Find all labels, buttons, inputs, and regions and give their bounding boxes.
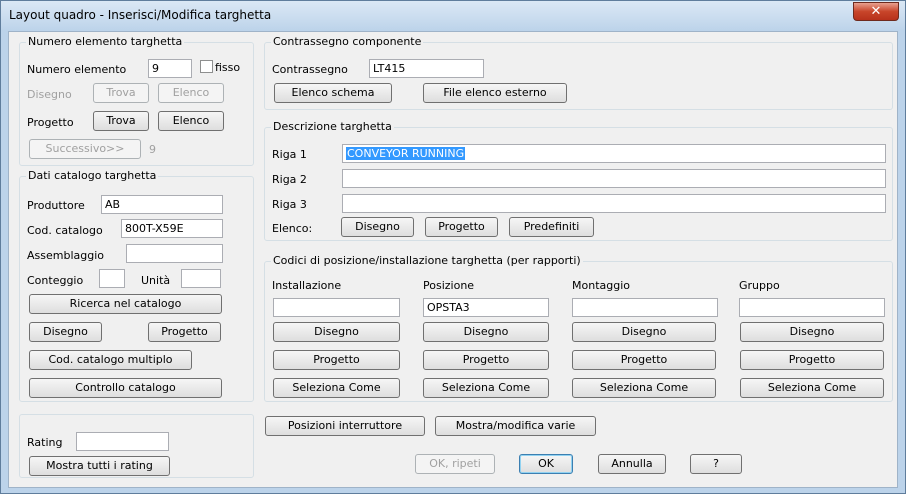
group-title-descrizione: Descrizione targhetta <box>271 120 394 133</box>
gruppo-label: Gruppo <box>739 279 780 292</box>
controllo-catalogo-button[interactable]: Controllo catalogo <box>29 378 222 398</box>
posizione-input[interactable]: OPSTA3 <box>423 298 549 317</box>
produttore-input[interactable]: AB <box>101 195 223 214</box>
group-title-codici: Codici di posizione/installazione targhe… <box>271 254 583 267</box>
montaggio-input[interactable] <box>572 298 718 317</box>
contrassegno-label: Contrassegno <box>272 63 348 76</box>
cod-catalogo-label: Cod. catalogo <box>27 224 103 237</box>
descrizione-progetto-button[interactable]: Progetto <box>425 217 498 237</box>
progetto-elenco-button[interactable]: Elenco <box>158 111 224 131</box>
fisso-label: fisso <box>215 61 241 74</box>
group-title-catalogo: Dati catalogo targhetta <box>26 169 159 182</box>
close-button[interactable]: ✕ <box>853 2 899 21</box>
posizioni-interruttore-button[interactable]: Posizioni interruttore <box>265 416 425 436</box>
riga1-selected-text: CONVEYOR RUNNING <box>346 147 466 160</box>
window-title: Layout quadro - Inserisci/Modifica targh… <box>9 8 272 22</box>
elenco-label: Elenco: <box>272 222 313 235</box>
ok-ripeti-button[interactable]: OK, ripeti <box>415 454 495 474</box>
group-title-numero: Numero elemento targhetta <box>26 35 185 48</box>
ok-button[interactable]: OK <box>519 454 573 474</box>
assemblaggio-label: Assemblaggio <box>27 249 104 262</box>
riga3-input[interactable] <box>342 194 886 213</box>
montaggio-seleziona-button[interactable]: Seleziona Come <box>572 378 716 398</box>
mostra-rating-button[interactable]: Mostra tutti i rating <box>29 456 170 476</box>
riga2-input[interactable] <box>342 169 886 188</box>
riga3-label: Riga 3 <box>272 198 307 211</box>
unita-input[interactable] <box>181 269 221 288</box>
dialog-window: Layout quadro - Inserisci/Modifica targh… <box>0 0 906 494</box>
numero-elemento-label: Numero elemento <box>27 63 127 76</box>
montaggio-progetto-button[interactable]: Progetto <box>572 350 716 370</box>
conteggio-input[interactable] <box>99 269 125 288</box>
riga1-input[interactable]: CONVEYOR RUNNING <box>342 144 886 163</box>
riga1-label: Riga 1 <box>272 148 307 161</box>
rating-label: Rating <box>27 436 63 449</box>
group-descrizione: Descrizione targhetta Riga 1 CONVEYOR RU… <box>264 120 893 241</box>
group-numero-elemento: Numero elemento targhetta Numero element… <box>19 35 254 166</box>
annulla-button[interactable]: Annulla <box>598 454 666 474</box>
gruppo-progetto-button[interactable]: Progetto <box>740 350 884 370</box>
group-contrassegno: Contrassegno componente Contrassegno LT4… <box>264 35 893 110</box>
mostra-modifica-varie-button[interactable]: Mostra/modifica varie <box>435 416 596 436</box>
rating-input[interactable] <box>76 432 169 451</box>
descrizione-disegno-button[interactable]: Disegno <box>341 217 414 237</box>
group-codici: Codici di posizione/installazione targhe… <box>264 254 893 402</box>
numero-elemento-input[interactable]: 9 <box>148 59 192 78</box>
produttore-label: Produttore <box>27 199 85 212</box>
installazione-input[interactable] <box>273 298 400 317</box>
help-button[interactable]: ? <box>690 454 742 474</box>
progetto-trova-button[interactable]: Trova <box>93 111 149 131</box>
gruppo-disegno-button[interactable]: Disegno <box>740 322 884 342</box>
catalogo-disegno-button[interactable]: Disegno <box>29 322 102 342</box>
installazione-label: Installazione <box>272 279 342 292</box>
installazione-seleziona-button[interactable]: Seleziona Come <box>273 378 400 398</box>
contrassegno-input[interactable]: LT415 <box>369 59 484 78</box>
successivo-value: 9 <box>149 143 156 156</box>
posizione-seleziona-button[interactable]: Seleziona Come <box>423 378 549 398</box>
ricerca-catalogo-button[interactable]: Ricerca nel catalogo <box>29 294 222 314</box>
posizione-disegno-button[interactable]: Disegno <box>423 322 549 342</box>
gruppo-input[interactable] <box>739 298 885 317</box>
disegno-elenco-button[interactable]: Elenco <box>158 83 224 103</box>
disegno-label: Disegno <box>27 88 72 101</box>
group-dati-catalogo: Dati catalogo targhetta Produttore AB Co… <box>19 169 254 402</box>
installazione-disegno-button[interactable]: Disegno <box>273 322 400 342</box>
group-rating: Rating Mostra tutti i rating <box>19 414 254 478</box>
fisso-checkbox[interactable] <box>200 60 213 73</box>
group-title-contrassegno: Contrassegno componente <box>271 35 424 48</box>
posizione-label: Posizione <box>423 279 475 292</box>
montaggio-disegno-button[interactable]: Disegno <box>572 322 716 342</box>
elenco-schema-button[interactable]: Elenco schema <box>274 83 392 103</box>
installazione-progetto-button[interactable]: Progetto <box>273 350 400 370</box>
assemblaggio-input[interactable] <box>126 244 223 263</box>
catalogo-progetto-button[interactable]: Progetto <box>148 322 221 342</box>
close-icon: ✕ <box>870 4 882 19</box>
progetto-label: Progetto <box>27 116 74 129</box>
gruppo-seleziona-button[interactable]: Seleziona Come <box>740 378 884 398</box>
riga2-label: Riga 2 <box>272 173 307 186</box>
successivo-button[interactable]: Successivo>> <box>29 139 141 159</box>
conteggio-label: Conteggio <box>27 274 84 287</box>
cod-catalogo-multiplo-button[interactable]: Cod. catalogo multiplo <box>29 350 192 370</box>
dialog-client: Numero elemento targhetta Numero element… <box>8 31 898 488</box>
title-bar[interactable]: Layout quadro - Inserisci/Modifica targh… <box>1 1 905 31</box>
posizione-progetto-button[interactable]: Progetto <box>423 350 549 370</box>
montaggio-label: Montaggio <box>572 279 630 292</box>
cod-catalogo-input[interactable]: 800T-X59E <box>121 219 223 238</box>
file-elenco-esterno-button[interactable]: File elenco esterno <box>423 83 567 103</box>
unita-label: Unità <box>141 274 171 287</box>
predefiniti-button[interactable]: Predefiniti <box>509 217 594 237</box>
disegno-trova-button[interactable]: Trova <box>93 83 149 103</box>
